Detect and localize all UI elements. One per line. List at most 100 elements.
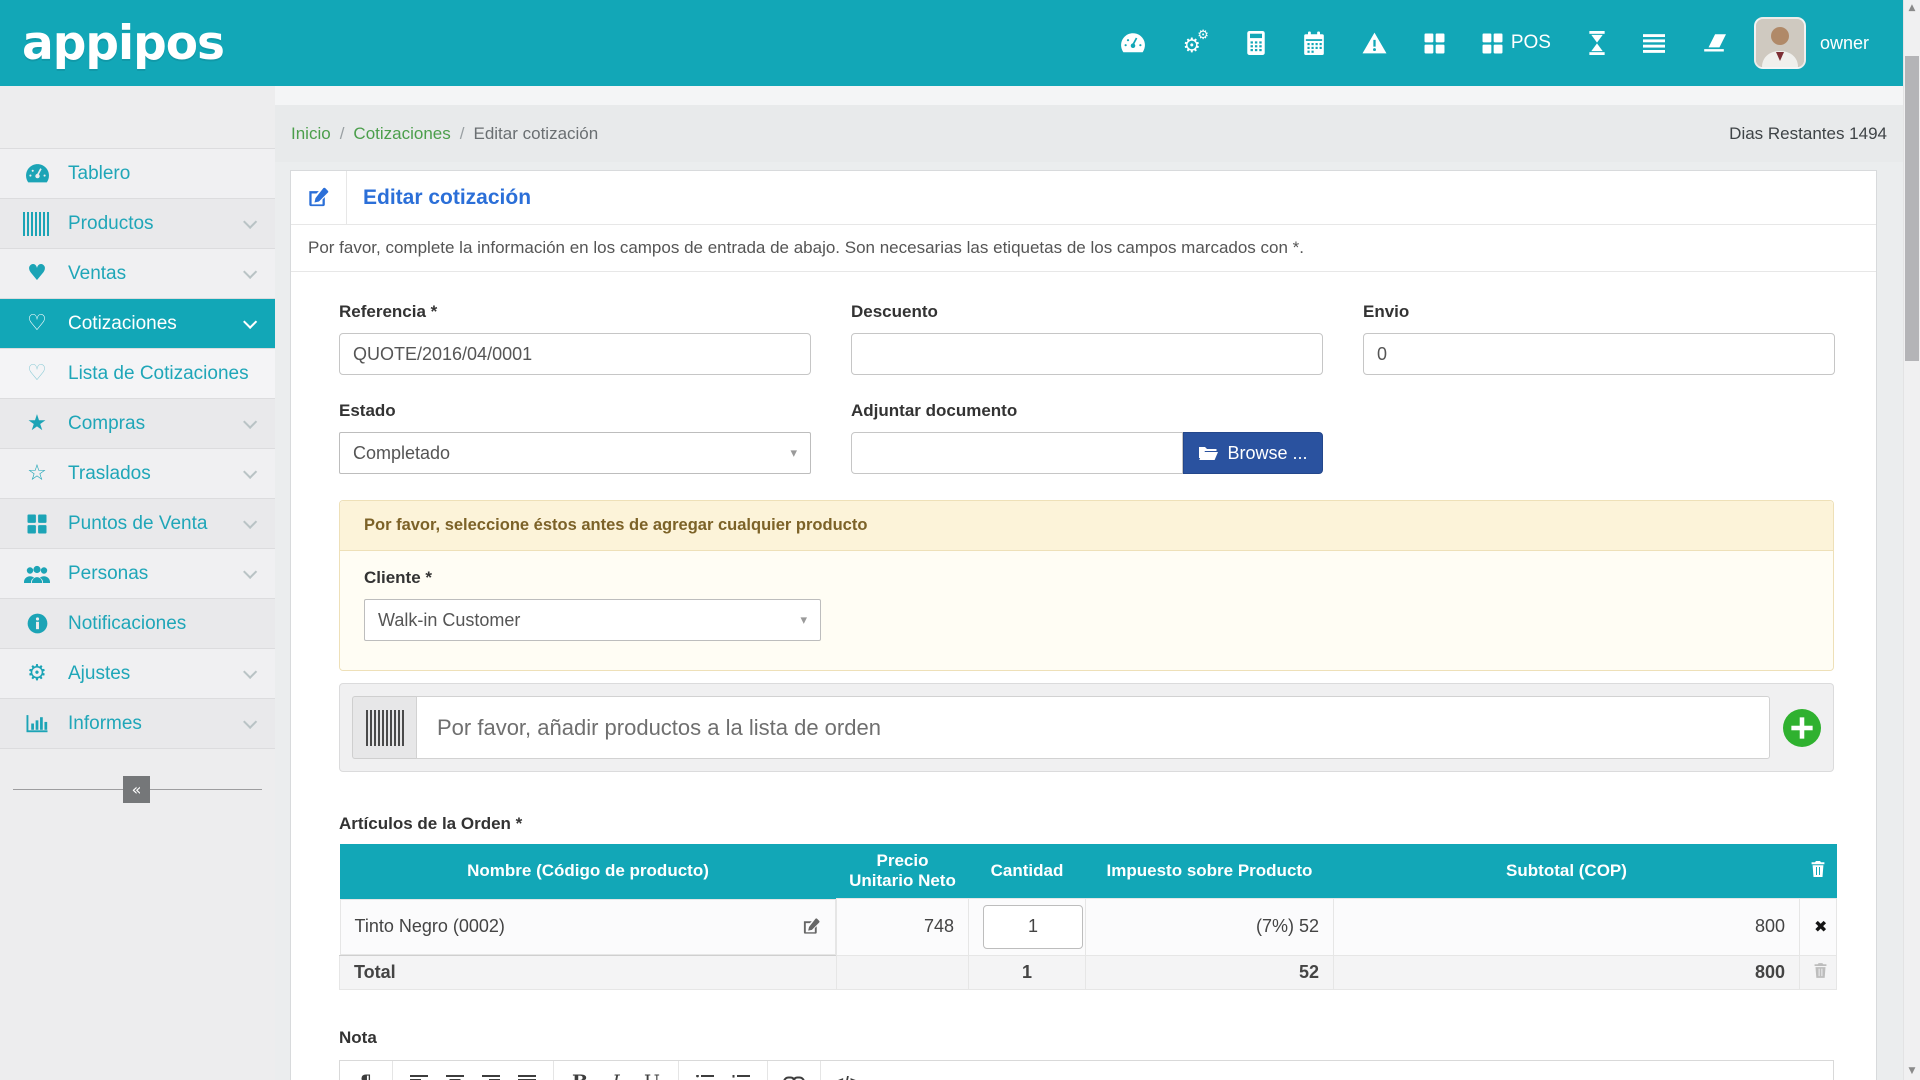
breadcrumb: Inicio/Cotizaciones/Editar cotización (291, 124, 598, 144)
unordered-list-icon[interactable] (687, 1062, 723, 1080)
user-avatar[interactable] (1754, 17, 1806, 69)
days-remaining-label: Dias Restantes 1494 (1729, 124, 1887, 144)
paragraph-format-button[interactable]: ¶ (348, 1062, 384, 1080)
chevron-down-icon (243, 514, 257, 528)
note-editor: ¶ B I U (339, 1060, 1834, 1080)
pos-label: POS (1511, 32, 1551, 54)
speedometer-icon (20, 163, 54, 184)
adjuntar-file-input[interactable] (851, 432, 1183, 474)
estado-select[interactable]: Completado ▾ (339, 432, 811, 474)
star-filled-icon: ★ (20, 413, 54, 435)
sidebar-item-traslados[interactable]: ☆ Traslados (0, 449, 275, 499)
eraser-icon[interactable] (1702, 34, 1726, 52)
folder-open-icon (1198, 445, 1218, 461)
barcode-icon (20, 212, 54, 236)
sidebar-item-label: Cotizaciones (68, 313, 177, 335)
code-view-button[interactable]: </> (829, 1062, 866, 1080)
hourglass-icon[interactable] (1588, 31, 1606, 55)
sidebar-item-informes[interactable]: Informes (0, 699, 275, 749)
chevron-down-icon (243, 264, 257, 278)
warning-icon[interactable] (1362, 32, 1387, 54)
col-header-qty: Cantidad (969, 844, 1086, 899)
sidebar-item-ajustes[interactable]: ⚙ Ajustes (0, 649, 275, 699)
product-search-input[interactable] (416, 696, 1770, 759)
app-logo[interactable]: appipos (22, 16, 224, 71)
order-items-title: Artículos de la Orden * (339, 814, 1834, 834)
underline-button[interactable]: U (634, 1062, 670, 1080)
top-header-bar: appipos ⚙⚙ POS (0, 0, 1903, 86)
breadcrumb-home-link[interactable]: Inicio (291, 124, 331, 143)
quantity-input[interactable] (983, 905, 1083, 949)
scroll-down-arrow[interactable]: ▼ (1904, 1063, 1920, 1080)
total-label: Total (340, 955, 837, 989)
envio-input[interactable] (1363, 333, 1835, 375)
bold-button[interactable]: B (562, 1062, 598, 1080)
sidebar-item-label: Traslados (68, 463, 151, 485)
topbar-icon-menu: ⚙⚙ POS (1120, 31, 1726, 55)
adjuntar-label: Adjuntar documento (851, 401, 1323, 421)
sidebar-item-compras[interactable]: ★ Compras (0, 399, 275, 449)
pos-menu-item[interactable]: POS (1482, 32, 1551, 54)
sidebar-item-notificaciones[interactable]: Notificaciones (0, 599, 275, 649)
product-name: Tinto Negro (0002) (355, 916, 505, 937)
sidebar-item-label: Personas (68, 563, 148, 585)
trash-icon[interactable] (1811, 861, 1825, 877)
edit-icon (291, 171, 347, 224)
col-header-name: Nombre (Código de producto) (340, 844, 837, 899)
link-icon[interactable] (776, 1062, 812, 1080)
sidebar-item-ventas[interactable]: ♥ Ventas (0, 249, 275, 299)
sidebar-item-label: Lista de Cotizaciones (68, 363, 249, 385)
pos-grid-icon (1482, 33, 1503, 54)
select-before-products-warning: Por favor, seleccione éstos antes de agr… (339, 500, 1834, 671)
apps-icon[interactable] (1424, 33, 1445, 54)
page-scrollbar[interactable]: ▲ ▼ (1903, 0, 1920, 1080)
browse-button[interactable]: Browse ... (1183, 432, 1323, 474)
sidebar-item-label: Tablero (68, 163, 130, 185)
add-product-button[interactable] (1783, 709, 1821, 747)
cliente-select[interactable]: Walk-in Customer ▾ (364, 599, 821, 641)
trash-icon[interactable] (1814, 963, 1827, 978)
ordered-list-icon[interactable] (723, 1062, 759, 1080)
chevron-down-icon (243, 414, 257, 428)
sidebar-item-productos[interactable]: Productos (0, 199, 275, 249)
align-right-icon[interactable] (473, 1062, 509, 1080)
sidebar-collapse-button[interactable]: « (123, 776, 150, 803)
chevron-down-icon (243, 714, 257, 728)
heart-outline-icon: ♡ (20, 313, 54, 335)
sidebar-item-tablero[interactable]: Tablero (0, 149, 275, 199)
envio-label: Envio (1363, 302, 1835, 322)
tax-cell: (7%) 52 (1086, 899, 1334, 956)
scroll-up-arrow[interactable]: ▲ (1904, 0, 1920, 17)
align-justify-icon[interactable] (509, 1062, 545, 1080)
sidebar-item-lista-de-cotizaciones[interactable]: ♡ Lista de Cotizaciones (0, 349, 275, 399)
list-icon[interactable] (1643, 34, 1665, 53)
gear-icon: ⚙ (20, 663, 54, 685)
calendar-icon[interactable] (1303, 31, 1325, 55)
sidebar-item-cotizaciones[interactable]: ♡ Cotizaciones (0, 299, 275, 349)
scrollbar-thumb[interactable] (1905, 56, 1919, 361)
cliente-label: Cliente * (364, 568, 1809, 588)
edit-quote-panel: Editar cotización Por favor, complete la… (290, 170, 1877, 1080)
logged-user-label[interactable]: owner (1820, 33, 1869, 54)
referencia-input[interactable] (339, 333, 811, 375)
dashboard-icon[interactable] (1120, 32, 1146, 54)
align-center-icon[interactable] (437, 1062, 473, 1080)
align-left-icon[interactable] (401, 1062, 437, 1080)
remove-row-icon[interactable]: ✖ (1814, 917, 1827, 936)
calculator-icon[interactable] (1246, 31, 1266, 55)
subtotal-cell: 800 (1334, 899, 1800, 956)
cogs-icon[interactable]: ⚙⚙ (1183, 31, 1209, 55)
edit-row-icon[interactable] (802, 917, 821, 936)
caret-down-icon: ▾ (790, 447, 797, 460)
sidebar-item-personas[interactable]: Personas (0, 549, 275, 599)
sidebar-item-puntos-de-venta[interactable]: Puntos de Venta (0, 499, 275, 549)
breadcrumb-section-link[interactable]: Cotizaciones (353, 124, 450, 143)
sidebar-item-label: Puntos de Venta (68, 513, 207, 535)
col-header-subtotal: Subtotal (COP) (1334, 844, 1800, 899)
descuento-input[interactable] (851, 333, 1323, 375)
product-search-bar (339, 683, 1834, 772)
chevron-down-icon (243, 564, 257, 578)
italic-button[interactable]: I (598, 1062, 634, 1080)
info-circle-icon (20, 613, 54, 634)
col-header-price: Precio Unitario Neto (837, 844, 969, 899)
